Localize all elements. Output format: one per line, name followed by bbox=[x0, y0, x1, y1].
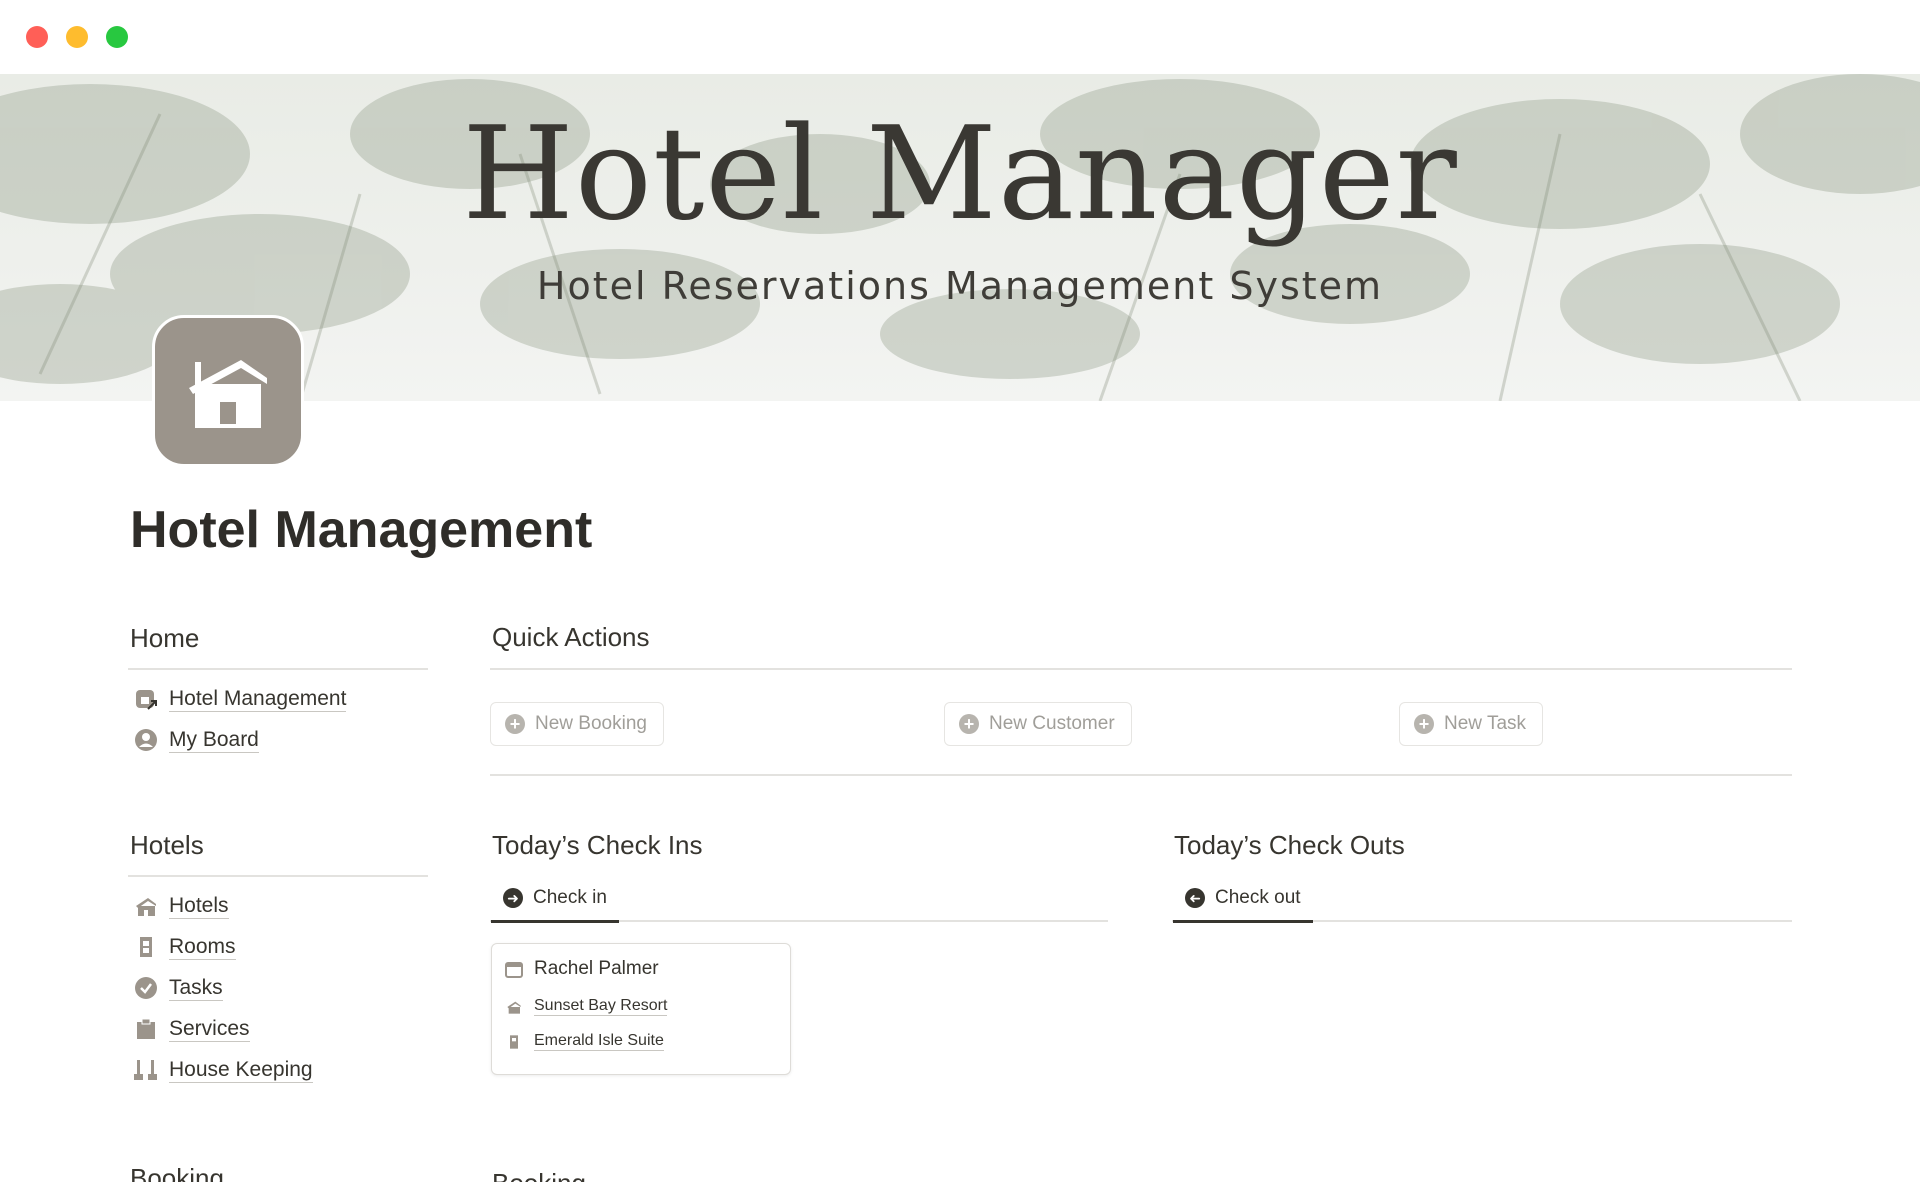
divider bbox=[128, 668, 428, 670]
tab-check-in[interactable]: ➜ Check in bbox=[491, 876, 619, 923]
nav-item-hotels[interactable]: Hotels bbox=[133, 889, 229, 923]
minimize-window-button[interactable] bbox=[66, 26, 88, 48]
divider bbox=[490, 668, 1792, 670]
arrow-right-circle-icon: ➜ bbox=[503, 888, 523, 908]
tab-check-out[interactable]: ➜ Check out bbox=[1173, 876, 1313, 923]
card-room-row[interactable]: Emerald Isle Suite bbox=[504, 1032, 664, 1051]
home-heading: Home bbox=[130, 623, 200, 653]
nav-item-label: Rooms bbox=[169, 934, 236, 960]
button-label: New Task bbox=[1444, 713, 1527, 734]
nav-item-services[interactable]: Services bbox=[133, 1012, 250, 1046]
button-label: New Booking bbox=[535, 713, 647, 734]
hotel-icon bbox=[133, 893, 159, 919]
guest-name: Rachel Palmer bbox=[534, 958, 659, 979]
main-booking-heading: Booking bbox=[492, 1168, 586, 1182]
hotel-link-icon bbox=[133, 686, 159, 712]
nav-item-label: Hotels bbox=[169, 893, 229, 919]
nav-item-my-board[interactable]: My Board bbox=[133, 723, 259, 757]
check-outs-heading: Today’s Check Outs bbox=[1174, 830, 1405, 860]
new-task-button[interactable]: + New Task bbox=[1399, 702, 1544, 746]
plus-circle-icon: + bbox=[1414, 714, 1434, 734]
user-circle-icon bbox=[133, 727, 159, 753]
page-title: Hotel Management bbox=[130, 501, 593, 559]
check-ins-heading: Today’s Check Ins bbox=[492, 830, 703, 860]
cover-subtitle: Hotel Reservations Management System bbox=[536, 264, 1384, 308]
nav-item-label: Hotel Management bbox=[169, 686, 347, 712]
booking-card[interactable]: Rachel Palmer Sunset Bay Resort Emerald … bbox=[491, 943, 791, 1075]
check-circle-icon bbox=[133, 975, 159, 1001]
nav-item-label: Tasks bbox=[169, 975, 223, 1001]
button-label: New Customer bbox=[989, 713, 1115, 734]
nav-item-label: My Board bbox=[169, 727, 259, 753]
door-icon bbox=[133, 934, 159, 960]
divider bbox=[128, 875, 428, 877]
room-link[interactable]: Emerald Isle Suite bbox=[534, 1032, 664, 1051]
plus-circle-icon: + bbox=[959, 714, 979, 734]
tab-label: Check in bbox=[533, 887, 607, 908]
hotel-icon bbox=[504, 999, 524, 1015]
hotel-link[interactable]: Sunset Bay Resort bbox=[534, 997, 668, 1016]
arrow-left-circle-icon: ➜ bbox=[1185, 888, 1205, 908]
nav-item-tasks[interactable]: Tasks bbox=[133, 971, 223, 1005]
nav-item-label: House Keeping bbox=[169, 1057, 313, 1083]
close-window-button[interactable] bbox=[26, 26, 48, 48]
new-booking-button[interactable]: + New Booking bbox=[490, 702, 664, 746]
nav-item-rooms[interactable]: Rooms bbox=[133, 930, 236, 964]
tab-label: Check out bbox=[1215, 887, 1301, 908]
door-icon bbox=[504, 1034, 524, 1050]
broom-icon bbox=[133, 1057, 159, 1083]
clipboard-icon bbox=[133, 1016, 159, 1042]
page-icon[interactable] bbox=[152, 315, 304, 467]
nav-item-hotel-management[interactable]: Hotel Management bbox=[133, 682, 347, 716]
window-titlebar bbox=[0, 0, 1920, 74]
card-title-row: Rachel Palmer bbox=[504, 958, 659, 980]
booking-heading: Booking bbox=[130, 1163, 224, 1182]
cover-title: Hotel Manager bbox=[462, 100, 1458, 249]
new-customer-button[interactable]: + New Customer bbox=[944, 702, 1132, 746]
calendar-icon bbox=[504, 960, 524, 978]
hotels-heading: Hotels bbox=[130, 830, 204, 860]
divider bbox=[490, 774, 1792, 776]
nav-item-house-keeping[interactable]: House Keeping bbox=[133, 1053, 313, 1087]
zoom-window-button[interactable] bbox=[106, 26, 128, 48]
house-icon bbox=[189, 360, 267, 428]
quick-actions-heading: Quick Actions bbox=[492, 622, 650, 652]
plus-circle-icon: + bbox=[505, 714, 525, 734]
card-hotel-row[interactable]: Sunset Bay Resort bbox=[504, 997, 668, 1016]
nav-item-label: Services bbox=[169, 1016, 250, 1042]
